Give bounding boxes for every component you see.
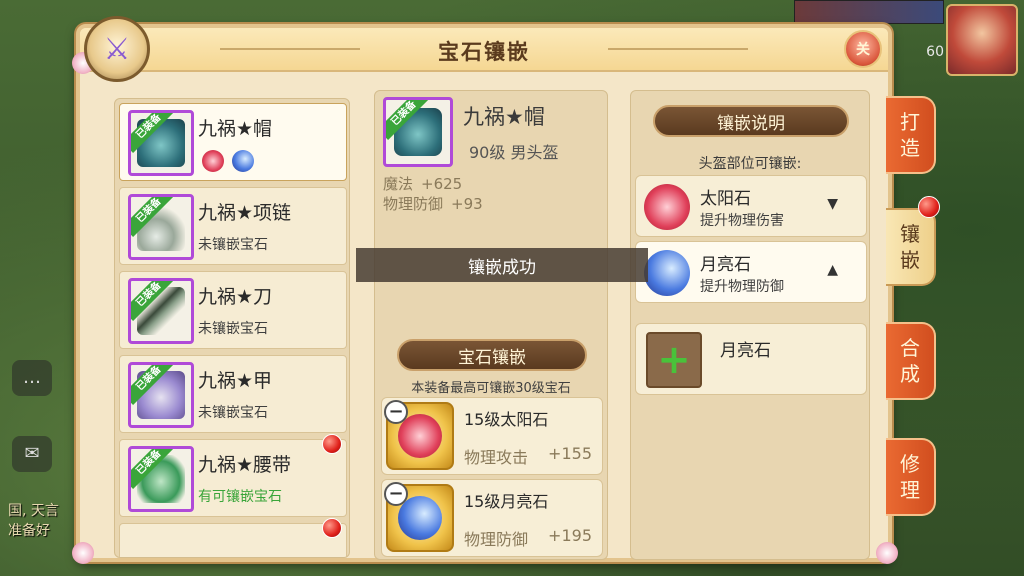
inlay-section-title: 宝石镶嵌: [397, 339, 587, 371]
gem-stat: 物理攻击: [464, 448, 529, 467]
stat-label: 魔法: [383, 175, 414, 193]
equipment-item-armor[interactable]: 已装备 九祸★甲 未镶嵌宝石: [119, 355, 347, 433]
tab-label: 成: [900, 362, 920, 386]
moon-stone-icon: [644, 250, 690, 296]
gem-name: 15级太阳石: [464, 410, 549, 429]
sun-stone-icon: [644, 184, 690, 230]
stat-label: 物理防御: [383, 195, 444, 213]
gem-stat: 物理防御: [464, 530, 529, 549]
equipment-name: 九祸★刀: [198, 286, 273, 308]
title-bar: 宝石镶嵌: [80, 28, 888, 72]
add-gem-label: 月亮石: [720, 341, 771, 361]
info-title: 镶嵌说明: [653, 105, 849, 137]
tab-label: 合: [900, 336, 920, 360]
equipment-name: 九祸★腰带: [198, 454, 292, 476]
chat-line-2: 准备好: [8, 523, 50, 539]
expand-arrow-icon[interactable]: ▼: [827, 196, 838, 212]
equipment-item-necklace[interactable]: 已装备 九祸★项链 未镶嵌宝石: [119, 187, 347, 265]
belt-icon: 已装备: [128, 446, 194, 512]
helmet-icon: 已装备: [383, 97, 453, 167]
inlay-success-toast: 镶嵌成功: [356, 248, 648, 282]
tab-repair[interactable]: 修 理: [886, 438, 936, 516]
equipment-name: 九祸★项链: [198, 202, 292, 224]
add-gem-button[interactable]: +: [646, 332, 702, 388]
chat-line-1: 国, 天言: [8, 503, 59, 519]
tab-inlay[interactable]: 镶 嵌: [886, 208, 936, 286]
gem-option-desc: 提升物理防御: [700, 279, 784, 295]
gem-slot-sun[interactable]: − 15级太阳石 物理攻击 +155: [381, 397, 603, 475]
selected-equipment-level: 90级 男头盔: [469, 143, 559, 162]
remove-gem-button[interactable]: −: [384, 482, 408, 506]
remove-gem-button[interactable]: −: [384, 400, 408, 424]
tab-label: 打: [900, 110, 920, 134]
window-title: 宝石镶嵌: [438, 40, 530, 64]
flower-decoration: [72, 542, 94, 564]
equipment-name: 九祸★甲: [198, 370, 273, 392]
equipment-item-partial[interactable]: [119, 518, 347, 557]
tab-forge[interactable]: 打 造: [886, 96, 936, 174]
necklace-icon: 已装备: [128, 194, 194, 260]
flower-decoration: [876, 542, 898, 564]
stat-value: +625: [421, 175, 463, 193]
blade-icon: 已装备: [128, 278, 194, 344]
selected-equipment-name: 九祸★帽: [463, 105, 545, 129]
gem-slot-moon[interactable]: − 15级月亮石 物理防御 +195: [381, 479, 603, 557]
close-button[interactable]: 关: [844, 30, 882, 68]
moon-stone-icon: [232, 150, 254, 172]
inlay-max-note: 本装备最高可镶嵌30级宝石: [411, 381, 571, 396]
message-icon[interactable]: ✉: [12, 436, 52, 472]
player-level: 60: [926, 44, 944, 60]
gem-inlay-window: 宝石镶嵌 ⚔ 关 已装备 九祸★帽 已装备 九祸★项链 未镶嵌宝石 已装备 九祸…: [72, 16, 898, 564]
equipment-status: 未镶嵌宝石: [198, 405, 268, 421]
collapse-arrow-icon[interactable]: ▲: [827, 262, 838, 278]
gem-option-name: 太阳石: [700, 189, 751, 209]
equipment-item-belt[interactable]: 已装备 九祸★腰带 有可镶嵌宝石: [119, 434, 347, 517]
gem-value: +195: [548, 526, 592, 545]
armor-icon: 已装备: [128, 362, 194, 428]
gem-option-moon[interactable]: 月亮石 提升物理防御 ▲: [635, 241, 867, 303]
add-gem-row: + 月亮石: [635, 323, 867, 395]
stat-row-defense: 物理防御 +93: [383, 193, 483, 214]
tab-label: 造: [900, 136, 920, 160]
inlay-info-panel: 镶嵌说明 头盔部位可镶嵌: 太阳石 提升物理伤害 ▼ 月亮石 提升物理防御 ▲ …: [630, 90, 870, 560]
alert-dot-icon: [322, 518, 342, 538]
equipment-item-hat[interactable]: 已装备 九祸★帽: [119, 103, 347, 181]
chat-icon[interactable]: …: [12, 360, 52, 396]
gem-option-name: 月亮石: [700, 255, 751, 275]
equipment-status: 未镶嵌宝石: [198, 321, 268, 337]
alert-dot-icon: [918, 196, 940, 218]
player-portrait[interactable]: [946, 4, 1018, 76]
stat-value: +93: [451, 195, 483, 213]
equipment-status: 未镶嵌宝石: [198, 237, 268, 253]
info-subtitle: 头盔部位可镶嵌:: [698, 156, 802, 172]
tab-combine[interactable]: 合 成: [886, 322, 936, 400]
equipment-name: 九祸★帽: [198, 118, 273, 140]
gem-name: 15级月亮石: [464, 492, 549, 511]
helmet-icon: 已装备: [128, 110, 194, 176]
crossed-swords-icon: ⚔: [84, 16, 150, 82]
tab-label: 嵌: [900, 248, 920, 272]
selected-equipment-panel: 已装备 九祸★帽 90级 男头盔 魔法 +625 物理防御 +93 宝石镶嵌 本装备…: [374, 90, 608, 560]
sun-stone-icon: [202, 150, 224, 172]
gem-option-sun[interactable]: 太阳石 提升物理伤害 ▼: [635, 175, 867, 237]
gem-value: +155: [548, 444, 592, 463]
stat-row-magic: 魔法 +625: [383, 173, 462, 194]
equipment-status: 有可镶嵌宝石: [198, 489, 282, 505]
gem-option-desc: 提升物理伤害: [700, 213, 784, 229]
equipment-item-blade[interactable]: 已装备 九祸★刀 未镶嵌宝石: [119, 271, 347, 349]
tab-label: 镶: [900, 222, 920, 246]
equipment-list[interactable]: 已装备 九祸★帽 已装备 九祸★项链 未镶嵌宝石 已装备 九祸★刀 未镶嵌宝石: [114, 98, 350, 558]
alert-dot-icon: [322, 434, 342, 454]
tab-label: 理: [900, 478, 920, 502]
status-bars: [794, 0, 944, 24]
tab-label: 修: [900, 452, 920, 476]
